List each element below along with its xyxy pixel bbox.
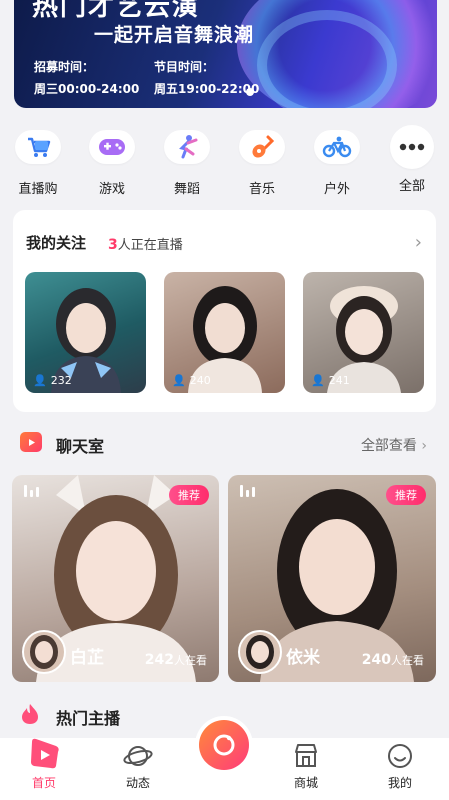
hot-streamers-title: 热门主播 [56,709,121,728]
chevron-right-icon[interactable]: › [415,232,422,253]
viewer-count: 👤 232 [33,374,72,387]
tab-label: 商城 [293,776,318,790]
avatar [238,630,282,674]
my-follow-card: 我的关注 3人正在直播 › 👤 232 👤 240 👤 241 [13,210,436,412]
user-icon: 👤 [311,374,325,387]
shopping-cart-icon [15,130,61,164]
category-all[interactable]: 全部 [382,125,442,194]
planet-icon [123,746,153,766]
category-outdoor[interactable]: 户外 [307,130,367,197]
event-banner[interactable]: 热门才艺云演 一起开启音舞浪潮 招募时间： 周三00:00-24:00 节目时间… [14,0,437,108]
audio-bars-icon [24,485,39,497]
audio-bars-icon [240,485,255,497]
category-dance[interactable]: 舞蹈 [157,130,217,197]
chat-room-card[interactable]: 推荐 依米 240人在看 [228,475,436,682]
banner-subtitle: 一起开启音舞浪潮 [94,24,255,46]
store-icon [295,744,317,767]
guitar-icon [239,130,285,164]
follow-title: 我的关注 [26,234,87,252]
category-label: 全部 [398,179,425,194]
tab-label: 我的 [387,776,412,790]
bottom-tab-bar: 首页 动态 商城 我的 [0,716,449,800]
room-host-name: 依米 [286,648,320,668]
recruit-label: 招募时间： [34,60,95,74]
category-label: 音乐 [248,182,275,197]
bicycle-icon [314,130,360,164]
category-label: 舞蹈 [173,182,200,197]
category-label: 直播购 [18,182,58,197]
followed-streamer-card[interactable]: 👤 240 [164,272,285,393]
banner-page-indicator [246,88,254,96]
user-icon: 👤 [172,374,186,387]
more-dots-icon [390,125,434,169]
gamepad-icon [89,130,135,164]
category-game[interactable]: 游戏 [82,130,142,197]
tab-go-live[interactable] [184,716,264,800]
room-host-name: 白芷 [70,648,104,668]
home-play-icon [31,738,59,769]
user-icon: 👤 [33,374,47,387]
live-count: 3 [108,237,118,253]
avatar [22,630,66,674]
tab-label: 首页 [31,776,56,790]
category-label: 游戏 [98,182,125,197]
chevron-right-icon: › [421,438,427,454]
dancer-icon [164,130,210,164]
viewer-count: 👤 240 [172,374,211,387]
view-all-link[interactable]: 全部查看 › [361,435,427,455]
recommend-badge: 推荐 [169,485,209,505]
followed-streamer-card[interactable]: 👤 232 [25,272,146,393]
followed-streamer-card[interactable]: 👤 241 [303,272,424,393]
smile-face-icon [388,744,412,768]
category-music[interactable]: 音乐 [232,130,292,197]
room-viewers: 242人在看 [144,652,207,668]
recruit-time: 周三00:00-24:00 [34,82,140,96]
show-label: 节目时间： [154,60,215,74]
chat-room-card[interactable]: 推荐 白芷 242人在看 [12,475,219,682]
viewer-count: 👤 241 [311,374,350,387]
live-suffix: 人正在直播 [117,238,183,253]
follow-live-status: 3人正在直播 [108,234,183,253]
category-live-shopping[interactable]: 直播购 [8,130,68,197]
show-time: 周五19:00-22:00 [154,82,260,96]
tab-label: 动态 [125,776,150,790]
live-camera-icon [199,720,249,770]
tv-icon [20,432,42,452]
recommend-badge: 推荐 [386,485,426,505]
chat-room-title: 聊天室 [56,437,105,456]
category-label: 户外 [323,182,350,197]
flame-icon [20,703,40,725]
room-viewers: 240人在看 [361,652,424,668]
